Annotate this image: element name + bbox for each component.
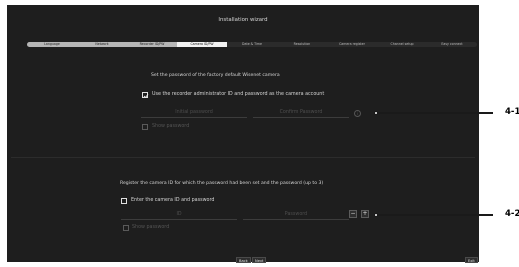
camera-password-field[interactable]: Password	[243, 210, 349, 220]
info-icon[interactable]: i	[354, 110, 361, 117]
use-recorder-account-checkbox[interactable]	[142, 92, 149, 99]
tab-resolution[interactable]: Resolution	[277, 42, 327, 47]
remove-entry-button[interactable]: −	[349, 210, 357, 218]
tab-recorder-id-pw[interactable]: Recorder ID/PW	[127, 42, 177, 47]
show-password-label-1: Show password	[152, 124, 190, 129]
callout-line-2	[378, 214, 493, 216]
wizard-tab-bar: Language Network Recorder ID/PW Camera I…	[27, 42, 477, 47]
show-password-checkbox-2[interactable]	[123, 225, 129, 231]
use-recorder-account-label: Use the recorder administrator ID and pa…	[152, 92, 325, 97]
tab-camera-id-pw[interactable]: Camera ID/PW	[177, 42, 227, 47]
callout-label-2: 4-2	[505, 209, 519, 219]
tab-date-time[interactable]: Date & Time	[227, 42, 277, 47]
tab-network[interactable]: Network	[77, 42, 127, 47]
tab-easy-connect[interactable]: Easy connect	[427, 42, 477, 47]
confirm-password-field[interactable]: Confirm Password	[253, 108, 349, 118]
show-password-checkbox-1[interactable]	[142, 124, 148, 130]
section1-heading: Set the password of the factory default …	[151, 73, 280, 78]
tab-camera-register[interactable]: Camera register	[327, 42, 377, 47]
enter-camera-id-label: Enter the camera ID and password	[131, 198, 215, 203]
next-button[interactable]: Next	[252, 257, 267, 263]
tab-channel-setup[interactable]: Channel setup	[377, 42, 427, 47]
callout-label-1: 4-1	[505, 107, 519, 117]
section2-heading: Register the camera ID for which the pas…	[120, 181, 324, 186]
back-button[interactable]: Back	[236, 257, 251, 263]
window-title: Installation wizard	[218, 17, 268, 23]
installation-wizard-window: Installation wizard Language Network Rec…	[7, 5, 479, 263]
initial-password-field[interactable]: Initial password	[141, 108, 247, 118]
exit-button[interactable]: Exit	[465, 257, 478, 263]
tab-language[interactable]: Language	[27, 42, 77, 47]
show-password-label-2: Show password	[132, 225, 170, 230]
check-icon	[143, 94, 149, 99]
callout-line-1	[378, 112, 493, 114]
add-entry-button[interactable]: +	[361, 210, 369, 218]
enter-camera-id-checkbox[interactable]	[121, 198, 127, 204]
section-divider	[11, 157, 475, 158]
camera-id-field[interactable]: ID	[121, 210, 237, 220]
